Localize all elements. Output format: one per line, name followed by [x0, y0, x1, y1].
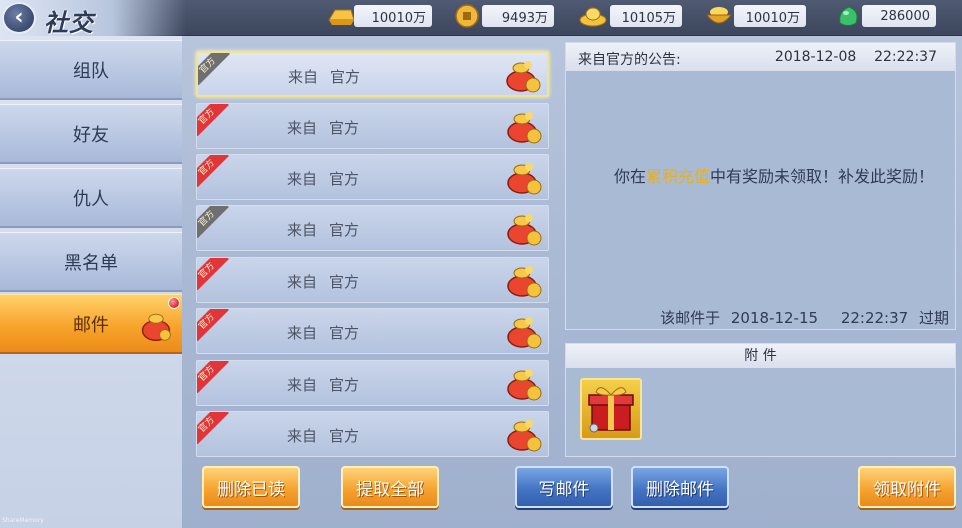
sidebar-item-label: 仇人	[73, 188, 109, 210]
mail-list-item[interactable]: 官方 来自 官方	[196, 154, 549, 200]
delete-mail-button[interactable]: 删除邮件	[631, 466, 729, 508]
mail-sender: 官方	[329, 376, 360, 394]
mail-sent-date: 2018-12-08	[774, 49, 857, 65]
treasure-bag-icon	[507, 163, 542, 195]
mail-list-item[interactable]: 官方 来自 官方	[196, 411, 549, 457]
sidebar-item-friends[interactable]: 好友	[0, 104, 182, 164]
treasure-bag-icon	[507, 317, 542, 349]
mail-from-label: 来自	[287, 427, 318, 445]
expiry-prefix: 该邮件于	[660, 309, 721, 327]
write-mail-button[interactable]: 写邮件	[515, 466, 613, 508]
treasure-bag-icon	[507, 112, 542, 144]
currency-jade: 286000	[834, 3, 936, 29]
treasure-bag-icon	[507, 214, 542, 246]
mail-sender: 官方	[329, 221, 360, 239]
official-ribbon: 官方	[197, 155, 229, 187]
attachment-item[interactable]	[580, 378, 642, 440]
mail-sender: 官方	[329, 427, 360, 445]
sidebar-item-blacklist[interactable]: 黑名单	[0, 232, 182, 292]
title-banner: ‹ 社交	[0, 0, 186, 37]
mail-sender: 官方	[329, 119, 360, 137]
chevron-left-icon: ‹	[14, 5, 24, 30]
currency-yuanbao: 10105万	[578, 3, 682, 29]
official-ribbon: 官方	[197, 258, 229, 290]
delete-read-button[interactable]: 删除已读	[202, 466, 300, 508]
currency-value: 10010万	[354, 5, 432, 27]
sidebar-item-label: 好友	[73, 124, 109, 146]
mail-list-item[interactable]: 官方 来自 官方	[196, 257, 549, 303]
top-bar: ‹ 社交 10010万 9493万 10105万 10010万 286000	[0, 0, 962, 37]
mail-list-item[interactable]: 官方 来自 官方	[196, 205, 549, 251]
treasure-bag-icon	[507, 266, 542, 298]
mail-title: 来自官方的公告:	[578, 52, 681, 68]
currency-value: 10105万	[610, 5, 682, 27]
currency-value: 286000	[862, 5, 936, 27]
jade-icon	[839, 6, 858, 26]
expiry-date: 2018-12-15	[730, 309, 819, 327]
sidebar-item-label: 邮件	[73, 314, 109, 336]
collect-all-button[interactable]: 提取全部	[341, 466, 439, 508]
mail-from-label: 来自	[287, 376, 318, 394]
currency-treasure-bowl: 10010万	[704, 3, 806, 29]
official-ribbon: 官方	[198, 53, 230, 85]
gold-ingot-icon	[328, 9, 355, 25]
mail-sender: 官方	[329, 273, 360, 291]
mail-sender: 官方	[329, 324, 360, 342]
sidebar-item-label: 黑名单	[64, 252, 118, 274]
currency-gold-ingot: 10010万	[326, 3, 432, 29]
yuanbao-icon	[579, 7, 607, 27]
mail-sender: 官方	[329, 170, 360, 188]
sidebar-item-team[interactable]: 组队	[0, 40, 182, 100]
official-ribbon: 官方	[197, 412, 229, 444]
treasure-bag-icon	[507, 369, 542, 401]
mail-sent-clock: 22:22:37	[874, 49, 937, 65]
mail-list-item[interactable]: 官方 来自 官方	[196, 360, 549, 406]
currency-value: 9493万	[482, 5, 554, 27]
mail-content-header: 来自官方的公告: 2018-12-08 22:22:37	[566, 43, 955, 71]
red-gift-box-icon	[588, 387, 634, 433]
mail-from-label: 来自	[287, 221, 318, 239]
claim-attachment-button[interactable]: 领取附件	[858, 466, 956, 508]
notification-dot	[168, 297, 180, 309]
sidebar: 组队 好友 仇人 黑名单 邮件 ShareMemory	[0, 36, 182, 528]
mail-body-highlight: 累积充值	[646, 167, 711, 186]
mail-body: 你在累积充值中有奖励未领取！补发此奖励！	[584, 165, 939, 189]
back-button[interactable]: ‹	[2, 2, 36, 34]
sidebar-item-enemies[interactable]: 仇人	[0, 168, 182, 228]
mail-expiry: 该邮件于 2018-12-15 22:22:37 过期	[660, 307, 949, 328]
mail-content-panel: 来自官方的公告: 2018-12-08 22:22:37 你在累积充值中有奖励未…	[565, 42, 956, 330]
watermark: ShareMemory	[2, 517, 44, 524]
expiry-time: 22:22:37	[840, 309, 909, 327]
sidebar-item-mail[interactable]: 邮件	[0, 294, 182, 354]
currency-value: 10010万	[734, 5, 806, 27]
mail-from-label: 来自	[288, 68, 319, 86]
mail-body-text: 你在	[614, 167, 647, 186]
treasure-bowl-icon	[705, 7, 733, 24]
mail-sent-time: 2018-12-08 22:22:37	[775, 49, 937, 65]
attachment-panel: 附 件	[565, 343, 956, 457]
official-ribbon: 官方	[197, 104, 229, 136]
official-ribbon: 官方	[197, 206, 229, 238]
treasure-bag-icon	[506, 61, 541, 93]
mail-list-item[interactable]: 官方 来自 官方	[196, 103, 549, 149]
treasure-bag-icon	[507, 420, 542, 452]
mail-body-text: 中有奖励未领取！补发此奖励！	[710, 167, 935, 186]
mail-list-item[interactable]: 官方 来自 官方	[196, 308, 549, 354]
official-ribbon: 官方	[197, 309, 229, 341]
copper-coin-icon	[455, 4, 479, 28]
treasure-bag-icon	[141, 313, 171, 341]
official-ribbon: 官方	[197, 361, 229, 393]
mail-from-label: 来自	[287, 170, 318, 188]
mail-sender: 官方	[330, 68, 361, 86]
sidebar-item-label: 组队	[73, 60, 109, 82]
mail-from-label: 来自	[287, 119, 318, 137]
page-title: 社交	[44, 9, 94, 37]
mail-from-label: 来自	[287, 324, 318, 342]
mail-from-label: 来自	[287, 273, 318, 291]
mail-list-item[interactable]: 官方 来自 官方	[196, 51, 549, 97]
expiry-suffix: 过期	[918, 309, 949, 327]
attachment-title: 附 件	[566, 344, 955, 368]
currency-copper-coin: 9493万	[454, 3, 554, 29]
